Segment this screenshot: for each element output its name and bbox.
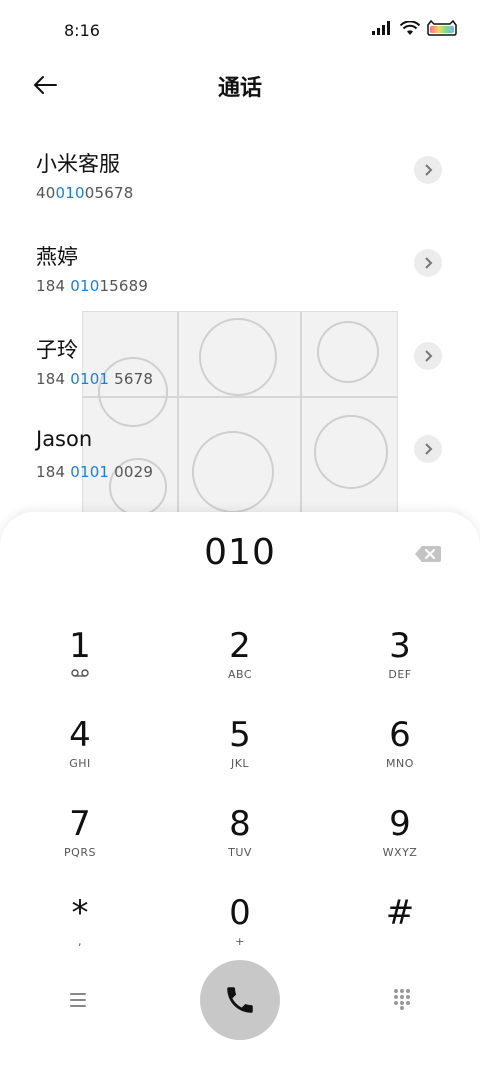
menu-icon [70, 993, 86, 1007]
battery-icon [427, 20, 457, 36]
key-9[interactable]: 9 WXYZ [320, 790, 480, 879]
dialer-bottom-bar [0, 960, 480, 1050]
key-0[interactable]: 0 + [160, 879, 320, 968]
page-title: 通话 [217, 76, 262, 101]
contact-name: 子玲 [36, 338, 78, 362]
contact-item[interactable]: Jason 184 0101 0029 [0, 427, 480, 507]
contact-name: 小米客服 [36, 152, 120, 176]
key-4[interactable]: 4 GHI [0, 701, 160, 790]
contact-name: Jason [36, 427, 93, 451]
key-6[interactable]: 6 MNO [320, 701, 480, 790]
contact-number: 184 0101 5678 [36, 370, 154, 388]
contact-detail-button[interactable] [414, 249, 442, 277]
contact-item[interactable]: 小米客服 4001005678 [0, 148, 480, 228]
voicemail-icon [71, 669, 89, 677]
chevron-right-icon [425, 443, 433, 455]
contact-number: 184 0101 0029 [36, 463, 154, 481]
status-bar: 8:16 [0, 0, 480, 62]
chevron-right-icon [425, 350, 433, 362]
key-2[interactable]: 2 ABC [160, 612, 320, 701]
contact-name: 燕婷 [36, 245, 78, 269]
contact-detail-button[interactable] [414, 156, 442, 184]
call-button[interactable] [200, 960, 280, 1040]
contact-item[interactable]: 燕婷 184 01015689 [0, 241, 480, 321]
status-time: 8:16 [64, 21, 100, 40]
chevron-right-icon [425, 257, 433, 269]
dialed-number[interactable]: 010 [0, 532, 480, 573]
key-5[interactable]: 5 JKL [160, 701, 320, 790]
status-icons [372, 20, 458, 36]
chevron-right-icon [425, 164, 433, 176]
backspace-icon [415, 546, 441, 562]
menu-button[interactable] [66, 988, 90, 1012]
key-star[interactable]: * , [0, 879, 160, 968]
phone-icon [227, 987, 253, 1013]
contact-detail-button[interactable] [414, 342, 442, 370]
key-hash[interactable]: # [320, 879, 480, 968]
key-3[interactable]: 3 DEF [320, 612, 480, 701]
contact-item[interactable]: 子玲 184 0101 5678 [0, 334, 480, 414]
dialer-panel: 010 1 2 ABC 3 DEF 4 GHI 5 JKL 6 MNO 7 PQ… [0, 512, 480, 1066]
contact-number: 4001005678 [36, 184, 134, 202]
keypad-toggle-button[interactable] [390, 986, 414, 1010]
backspace-button[interactable] [414, 544, 442, 564]
key-7[interactable]: 7 PQRS [0, 790, 160, 879]
header: 通话 [0, 62, 480, 106]
contact-detail-button[interactable] [414, 435, 442, 463]
dialpad-icon [394, 989, 410, 1010]
signal-icon [372, 21, 390, 35]
key-8[interactable]: 8 TUV [160, 790, 320, 879]
wifi-icon [400, 20, 420, 35]
key-1[interactable]: 1 [0, 612, 160, 701]
contact-number: 184 01015689 [36, 277, 149, 295]
